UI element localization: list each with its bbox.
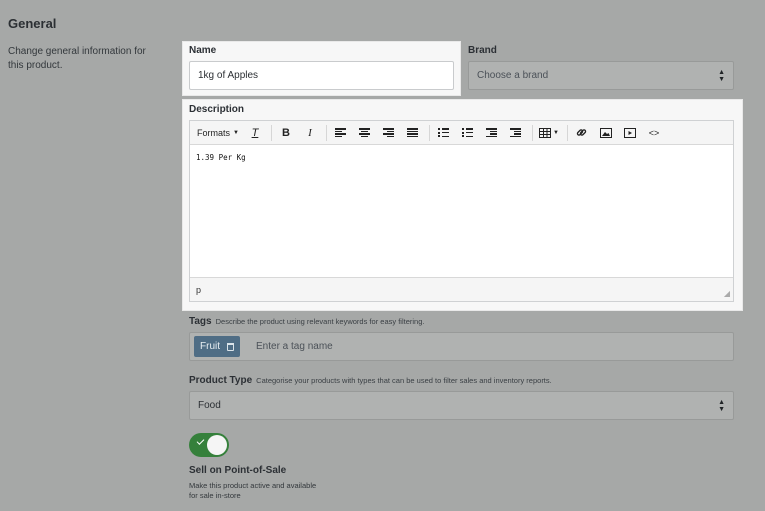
pos-description-line: for sale in-store [189, 491, 241, 500]
table-icon [538, 127, 551, 138]
image-icon [599, 127, 612, 138]
source-code-icon: <> [648, 127, 660, 138]
align-right-button[interactable] [378, 123, 400, 143]
table-button[interactable]: ▼ [536, 123, 562, 143]
bullet-list-icon [438, 128, 449, 137]
brand-select-placeholder: Choose a brand [477, 70, 549, 81]
link-icon [577, 129, 587, 136]
select-arrows-icon: ▲ ▼ [718, 68, 725, 83]
toggle-knob [207, 435, 227, 455]
bullet-list-button[interactable] [433, 123, 455, 143]
pos-label: Sell on Point-of-Sale [189, 465, 287, 476]
clear-formatting-icon: T [251, 126, 259, 139]
toolbar-separator [566, 124, 568, 141]
tags-hint: Describe the product using relevant keyw… [215, 317, 425, 326]
toolbar-separator [325, 124, 327, 141]
clear-formatting-button[interactable]: T [244, 123, 266, 143]
product-type-select[interactable]: Food ▲ ▼ [189, 391, 734, 420]
formats-dropdown[interactable]: Formats ▼ [194, 123, 242, 143]
toolbar-separator [428, 124, 430, 141]
source-code-button[interactable]: <> [643, 123, 665, 143]
section-title: General [8, 16, 57, 31]
bold-icon: B [281, 126, 290, 139]
name-input-value: 1kg of Apples [198, 70, 259, 81]
align-center-button[interactable] [354, 123, 376, 143]
indent-icon [510, 128, 522, 137]
product-type-hint: Categorise your products with types that… [256, 376, 552, 385]
italic-button[interactable]: I [299, 123, 321, 143]
numbered-list-button[interactable] [457, 123, 479, 143]
align-justify-icon [407, 128, 419, 137]
pos-description-line: Make this product active and available [189, 481, 317, 490]
resize-handle-icon[interactable]: ◢ [724, 289, 730, 298]
product-type-label-row: Product Type Categorise your products wit… [189, 375, 552, 386]
formats-label: Formats [197, 127, 231, 138]
section-description: Change general information for this prod… [8, 46, 146, 71]
brand-label: Brand [468, 45, 497, 56]
image-button[interactable] [595, 123, 617, 143]
outdent-icon [486, 128, 498, 137]
link-button[interactable] [571, 123, 593, 143]
caret-down-icon: ▼ [233, 129, 239, 136]
tag-chip[interactable]: Fruit [194, 336, 240, 357]
toolbar-separator [531, 124, 533, 141]
sell-on-pos-toggle[interactable] [189, 433, 229, 457]
product-type-value: Food [198, 400, 221, 411]
rich-text-editor[interactable]: Formats ▼ T B I ▼ <> 1.39 Per Kg p ◢ [189, 120, 734, 302]
align-right-icon [383, 128, 395, 137]
check-icon [196, 437, 205, 445]
tags-input-placeholder: Enter a tag name [256, 341, 333, 352]
pos-description: Make this product active and available f… [189, 481, 316, 501]
media-button[interactable] [619, 123, 641, 143]
select-arrows-icon: ▲ ▼ [718, 398, 725, 413]
tags-label-row: Tags Describe the product using relevant … [189, 316, 424, 327]
align-justify-button[interactable] [402, 123, 424, 143]
align-left-icon [335, 128, 347, 137]
tag-chip-label: Fruit [200, 341, 220, 352]
bold-button[interactable]: B [275, 123, 297, 143]
description-label: Description [189, 104, 245, 115]
name-input[interactable]: 1kg of Apples [189, 61, 454, 90]
name-label: Name [189, 45, 217, 56]
align-left-button[interactable] [330, 123, 352, 143]
caret-down-icon: ▼ [552, 129, 559, 136]
italic-icon: I [308, 126, 312, 139]
editor-content[interactable]: 1.39 Per Kg [196, 153, 246, 162]
tags-label: Tags [189, 316, 212, 327]
media-icon [623, 127, 636, 138]
trash-icon[interactable] [227, 342, 234, 351]
indent-button[interactable] [505, 123, 527, 143]
align-center-icon [359, 128, 371, 137]
product-type-label: Product Type [189, 375, 253, 386]
numbered-list-icon [462, 128, 473, 137]
editor-toolbar: Formats ▼ T B I ▼ <> [190, 121, 733, 145]
outdent-button[interactable] [481, 123, 503, 143]
toolbar-separator [270, 124, 272, 141]
brand-select[interactable]: Choose a brand ▲ ▼ [468, 61, 734, 90]
editor-statusbar: p ◢ [190, 277, 733, 301]
element-path[interactable]: p [196, 285, 201, 295]
